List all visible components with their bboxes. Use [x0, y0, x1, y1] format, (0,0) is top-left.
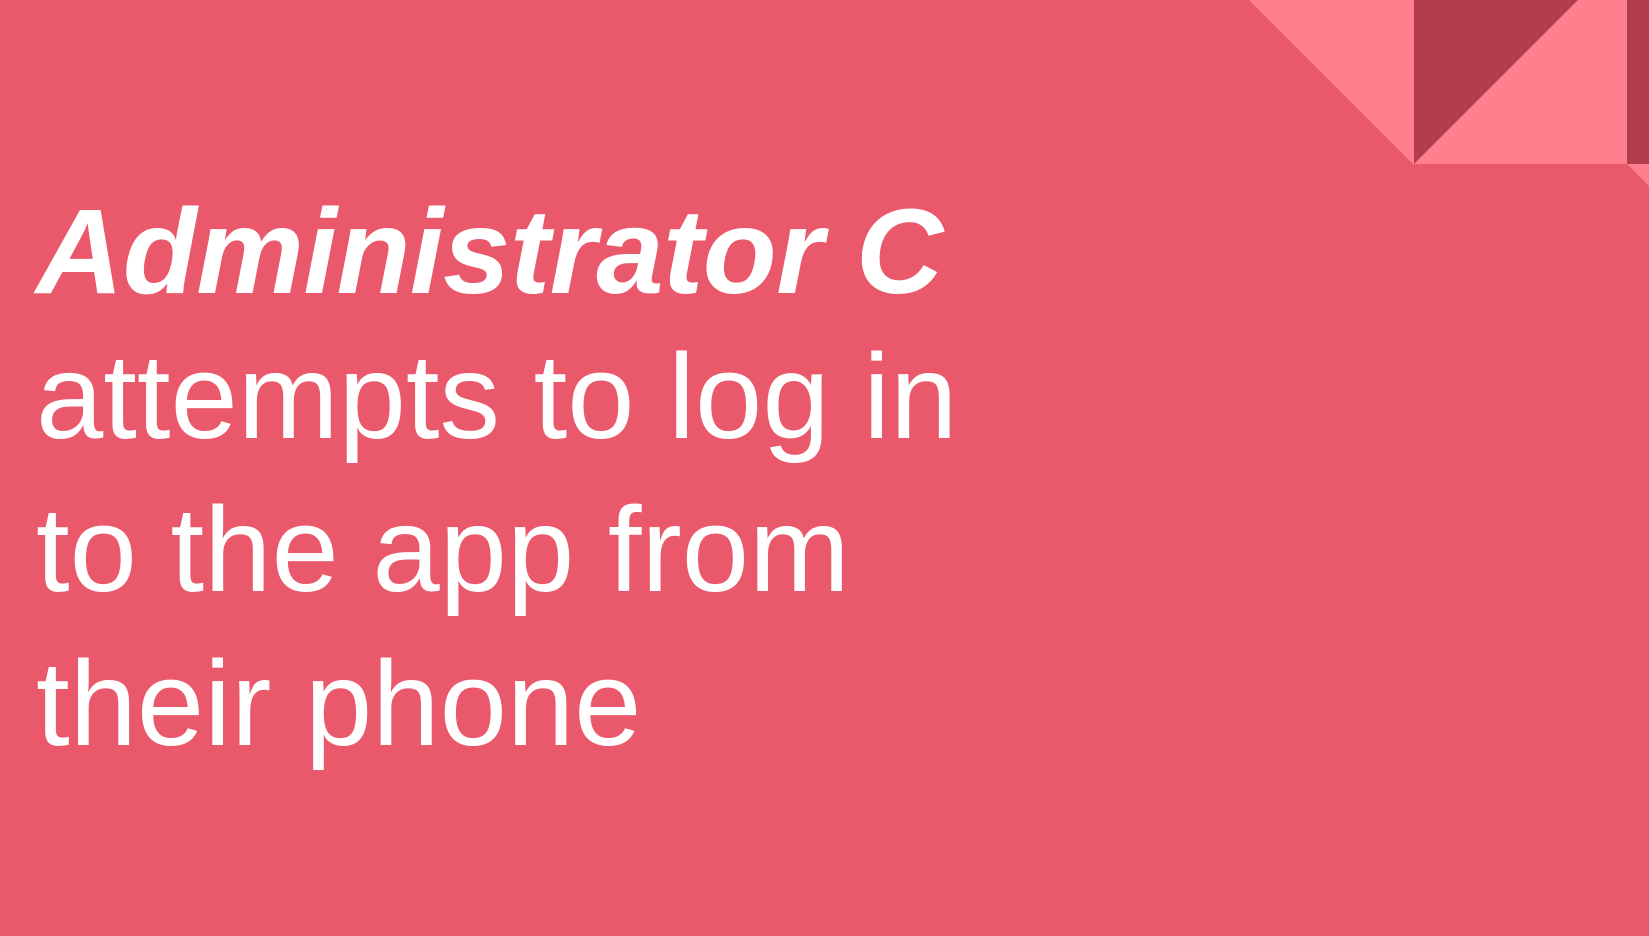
slide-title: Administrator C: [36, 183, 943, 319]
presentation-slide: Administrator C attempts to log in to th…: [0, 0, 1649, 936]
body-line-2: to the app from: [36, 481, 850, 618]
slide-text-block: Administrator C attempts to log in to th…: [36, 183, 1156, 781]
light-triangle-left: [1249, 0, 1414, 165]
dark-strip-right: [1627, 0, 1649, 164]
body-line-3: their phone: [36, 634, 642, 771]
body-line-1: attempts to log in: [36, 327, 958, 464]
slide-body-text: attempts to log in to the app from their…: [36, 320, 1156, 781]
light-triangle-small: [1627, 164, 1649, 186]
